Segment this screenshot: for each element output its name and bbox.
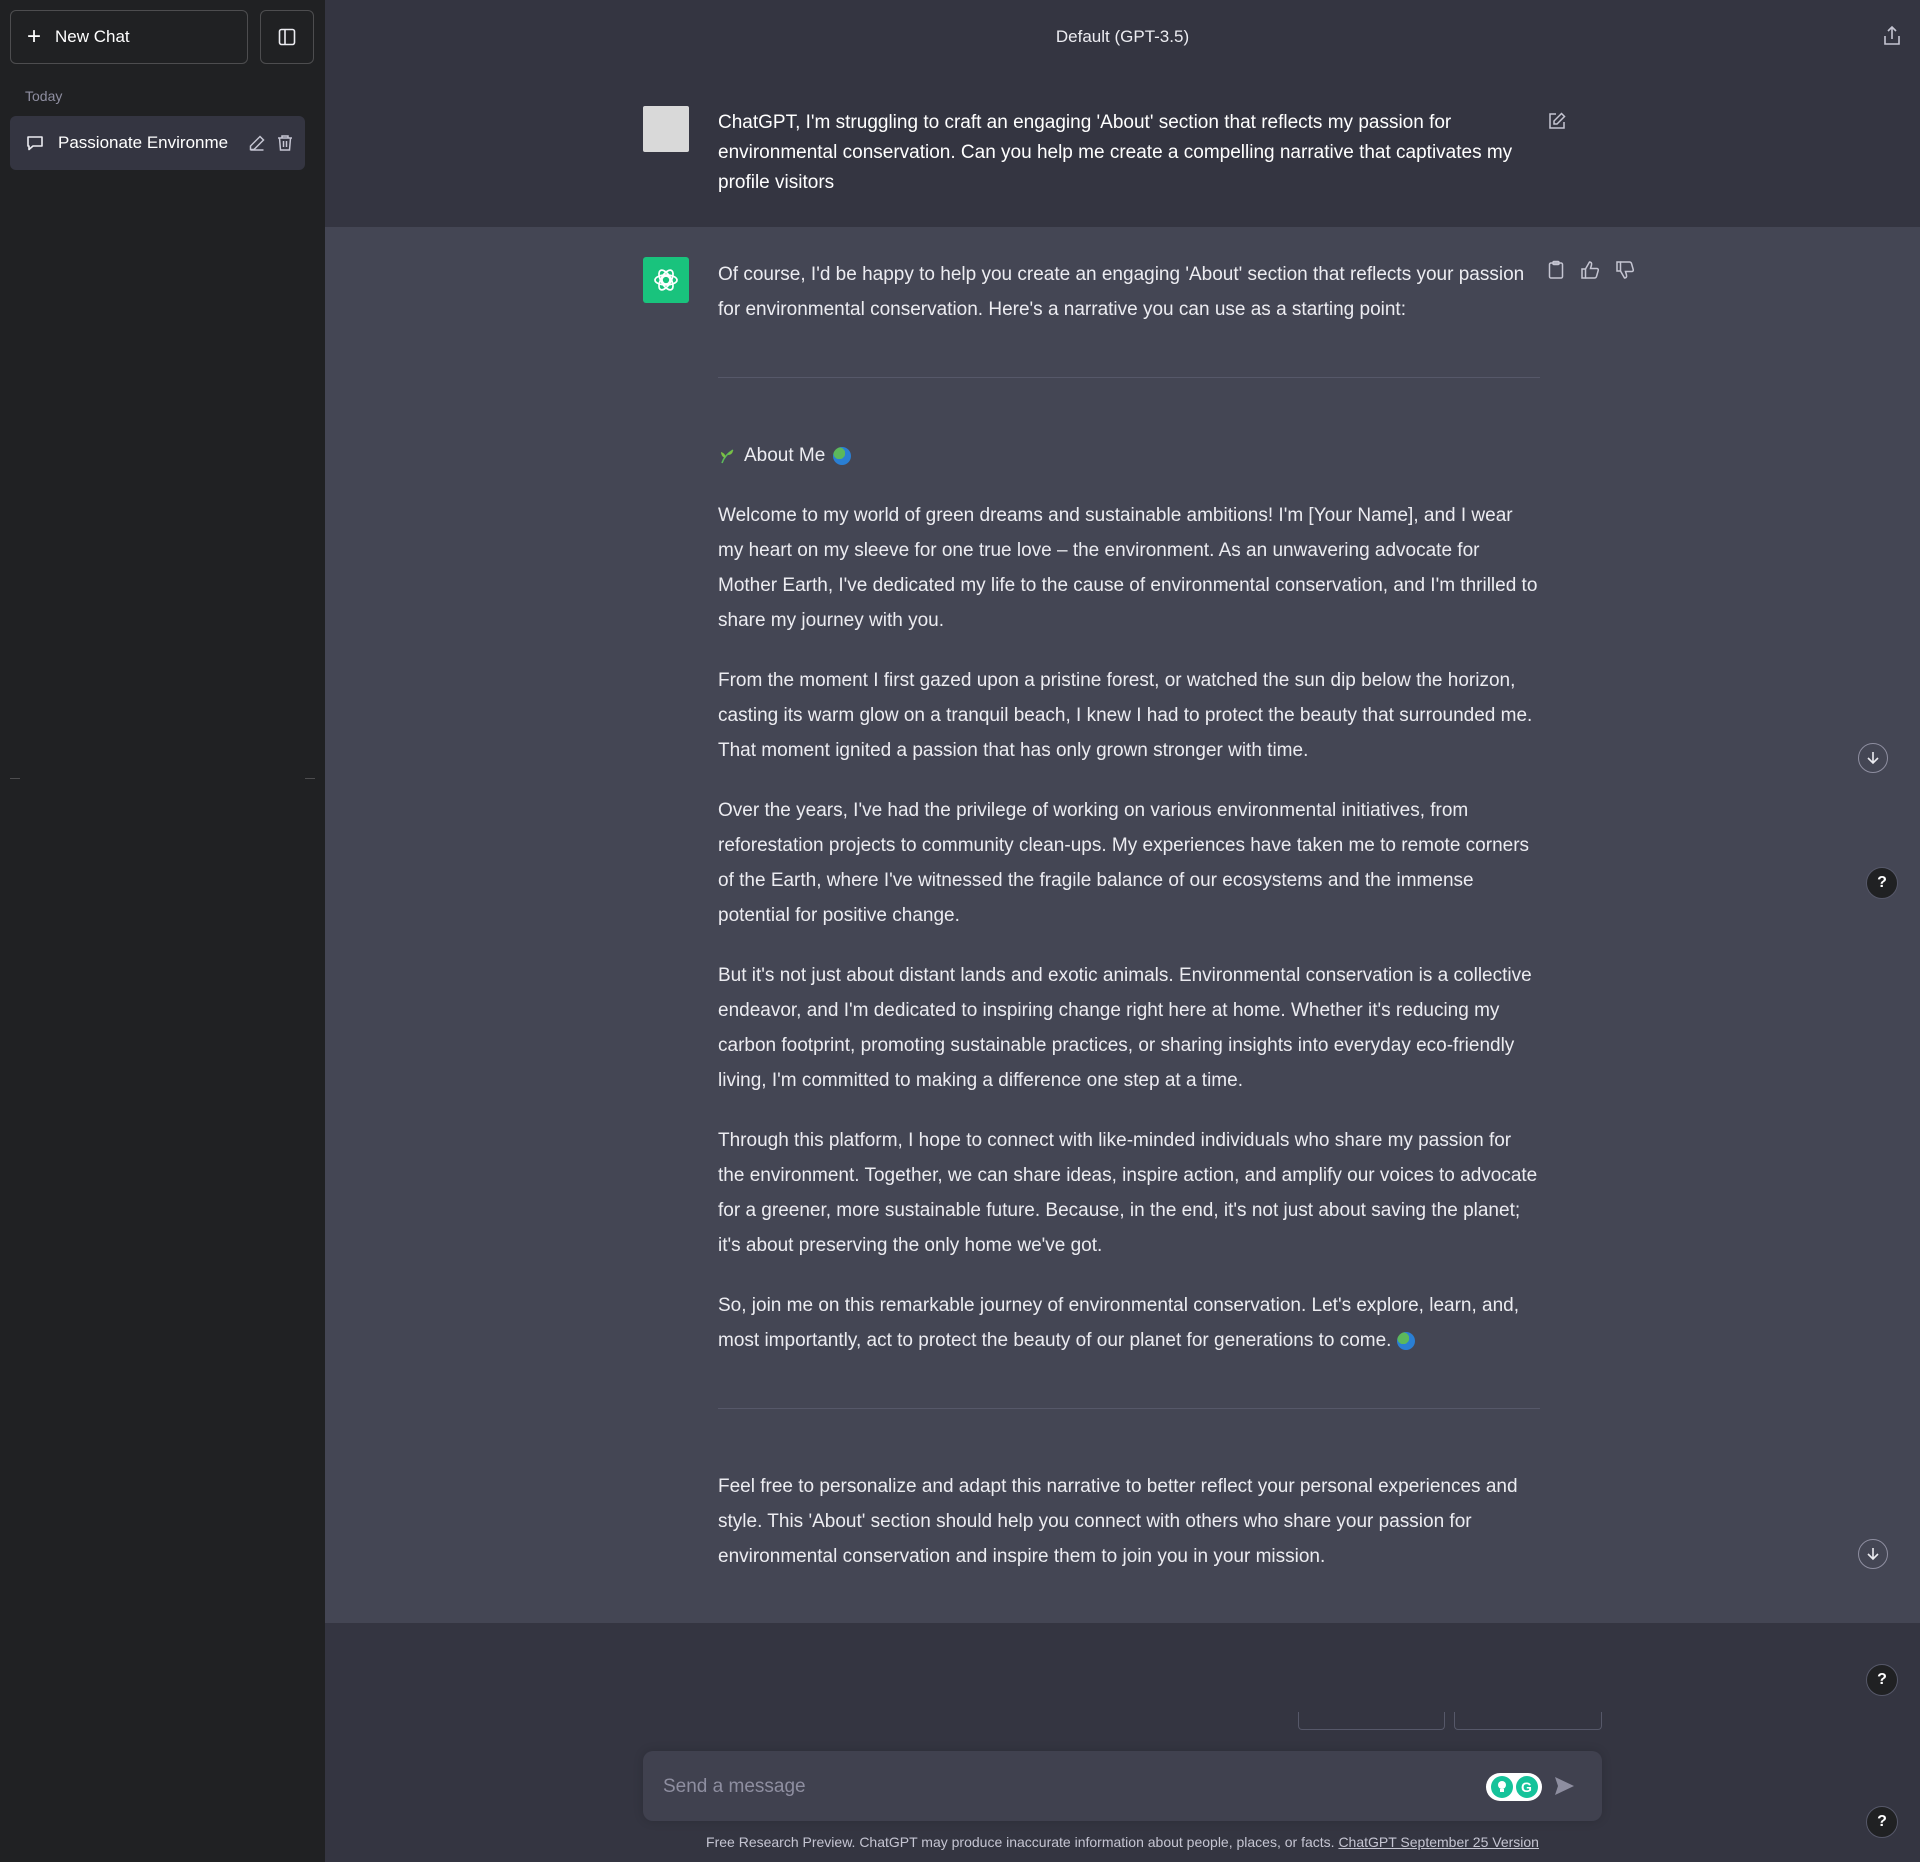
chat-bubble-icon bbox=[27, 136, 43, 151]
sidebar-chat-item[interactable]: Passionate Environme bbox=[10, 116, 305, 170]
scroll-to-bottom-button[interactable] bbox=[1858, 1539, 1888, 1569]
globe-icon bbox=[1396, 1331, 1415, 1350]
footer-disclaimer: Free Research Preview. ChatGPT may produ… bbox=[643, 1834, 1602, 1850]
footer-text: Free Research Preview. ChatGPT may produ… bbox=[706, 1834, 1335, 1850]
scroll-to-bottom-button[interactable] bbox=[1858, 743, 1888, 773]
arrow-down-icon bbox=[1867, 1548, 1879, 1561]
sidebar-toggle-icon bbox=[278, 28, 296, 46]
model-title: Default (GPT-3.5) bbox=[1055, 27, 1190, 46]
response-paragraph: But it's not just about distant lands an… bbox=[718, 965, 1532, 1091]
globe-icon bbox=[833, 446, 852, 465]
message-composer: G bbox=[643, 1751, 1602, 1821]
thumbs-down-button[interactable] bbox=[1615, 260, 1635, 280]
thumbs-down-icon bbox=[1616, 261, 1635, 279]
new-chat-label: New Chat bbox=[55, 27, 130, 46]
chatgpt-avatar bbox=[643, 257, 689, 303]
plus-icon: + bbox=[27, 23, 42, 50]
regenerate-button-edge[interactable] bbox=[1298, 1712, 1445, 1730]
response-paragraph: Welcome to my world of green dreams and … bbox=[718, 505, 1538, 631]
chat-item-label: Passionate Environme bbox=[58, 133, 229, 152]
assistant-message: Of course, I'd be happy to help you crea… bbox=[325, 227, 1920, 1623]
section-label-today: Today bbox=[25, 88, 63, 104]
send-icon bbox=[1555, 1777, 1574, 1795]
thumbs-up-button[interactable] bbox=[1580, 260, 1600, 280]
edit-message-button[interactable] bbox=[1547, 111, 1567, 136]
response-closing: Feel free to personalize and adapt this … bbox=[718, 1476, 1518, 1567]
bulb-icon bbox=[1490, 1776, 1513, 1798]
response-paragraph: Over the years, I've had the privilege o… bbox=[718, 800, 1530, 926]
send-button[interactable] bbox=[1553, 1775, 1575, 1802]
divider bbox=[718, 1408, 1540, 1409]
new-chat-button[interactable]: + New Chat bbox=[10, 10, 248, 64]
help-button[interactable]: ? bbox=[1866, 1664, 1898, 1696]
thumbs-up-icon bbox=[1581, 261, 1600, 279]
message-input[interactable] bbox=[661, 1771, 1465, 1803]
help-button[interactable]: ? bbox=[1866, 867, 1898, 899]
response-intro: Of course, I'd be happy to help you crea… bbox=[718, 264, 1525, 320]
user-message-text: ChatGPT, I'm struggling to craft an enga… bbox=[718, 112, 1513, 193]
share-icon bbox=[1884, 25, 1900, 45]
about-heading-text: About Me bbox=[744, 445, 826, 466]
response-paragraph: From the moment I first gazed upon a pri… bbox=[718, 670, 1533, 761]
sidebar-toggle-button[interactable] bbox=[260, 10, 314, 64]
response-paragraph: Through this platform, I hope to connect… bbox=[718, 1130, 1538, 1256]
version-link[interactable]: ChatGPT September 25 Version bbox=[1338, 1834, 1539, 1850]
avatar bbox=[643, 106, 689, 152]
trash-icon[interactable] bbox=[276, 134, 294, 152]
response-paragraph-last: So, join me on this remarkable journey o… bbox=[718, 1288, 1540, 1358]
grammarly-widget[interactable]: G bbox=[1486, 1773, 1542, 1801]
top-bar: Default (GPT-3.5) bbox=[325, 0, 1920, 75]
copy-button[interactable] bbox=[1547, 260, 1565, 280]
grammarly-icon: G bbox=[1515, 1776, 1538, 1798]
edit-icon bbox=[1549, 112, 1566, 129]
user-message: ChatGPT, I'm struggling to craft an enga… bbox=[325, 74, 1920, 228]
divider bbox=[718, 377, 1540, 378]
clipboard-icon bbox=[1548, 260, 1564, 279]
response-actions bbox=[1547, 260, 1635, 280]
continue-button-edge[interactable] bbox=[1454, 1712, 1602, 1730]
share-button[interactable] bbox=[1882, 25, 1902, 52]
help-button[interactable]: ? bbox=[1866, 1806, 1898, 1838]
arrow-down-icon bbox=[1867, 752, 1879, 765]
about-heading: About Me bbox=[718, 438, 1540, 473]
pencil-icon[interactable] bbox=[248, 134, 266, 152]
herb-icon bbox=[721, 448, 734, 463]
sidebar: + New Chat Today Passionate Environme bbox=[0, 0, 325, 1862]
assistant-response: Of course, I'd be happy to help you crea… bbox=[718, 257, 1540, 1599]
sidebar-divider-left bbox=[10, 778, 20, 779]
sidebar-divider-right bbox=[305, 778, 315, 779]
openai-logo-icon bbox=[654, 269, 678, 291]
